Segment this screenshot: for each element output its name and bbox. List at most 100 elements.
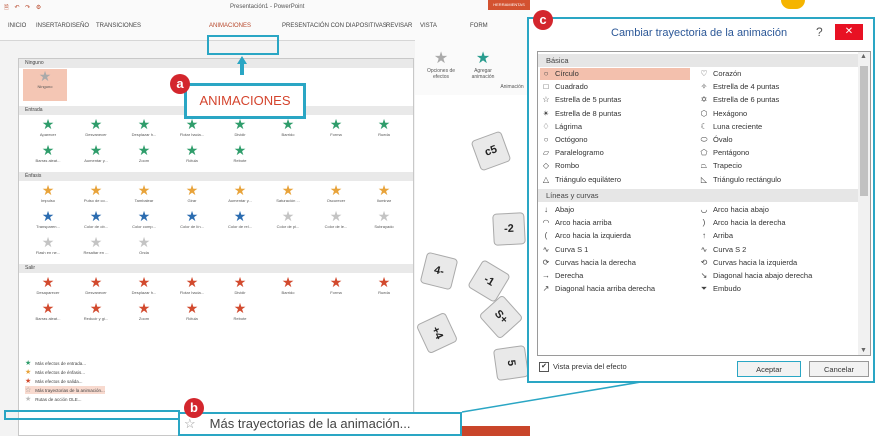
- motion-path-item[interactable]: ✴ Estrella de 8 puntas: [540, 108, 690, 120]
- motion-path-item[interactable]: △ Triángulo equilátero: [540, 174, 690, 186]
- motion-path-label: Estrella de 6 puntas: [713, 95, 780, 105]
- arc-left-icon: (: [544, 231, 548, 241]
- motion-path-label: Diagonal hacia abajo derecha: [713, 271, 813, 280]
- motion-path-item[interactable]: ) Arco hacia la derecha: [698, 217, 848, 229]
- motion-path-label: Cuadrado: [555, 82, 588, 92]
- parallelogram-icon: ▱: [542, 148, 550, 158]
- motion-path-item[interactable]: → Derecha: [540, 270, 690, 282]
- dialog-title: Cambiar trayectoria de la animación: [611, 27, 788, 39]
- list-section-header: Básica: [538, 54, 858, 67]
- diamond-icon: ◇: [542, 161, 550, 171]
- motion-path-label: Curvas hacia la izquierda: [713, 257, 798, 267]
- motion-path-label: Estrella de 8 puntas: [555, 108, 622, 118]
- motion-path-label: Arco hacia la derecha: [713, 218, 786, 228]
- motion-path-item[interactable]: ◇ Rombo: [540, 160, 690, 172]
- curves-left-icon: ⟲: [700, 257, 708, 267]
- up-line-icon: ↑: [702, 231, 706, 241]
- star5-icon: ☆: [542, 95, 550, 105]
- scroll-up-icon[interactable]: ▲: [860, 53, 867, 60]
- oval-icon: ⬭: [700, 135, 708, 144]
- scroll-thumb[interactable]: [860, 66, 868, 196]
- motion-path-item[interactable]: ↘ Diagonal hacia abajo derecha: [698, 270, 848, 282]
- motion-path-label: Triángulo rectángulo: [713, 174, 782, 184]
- motion-path-label: Paralelogramo: [555, 148, 604, 158]
- motion-path-item[interactable]: ⬠ Pentágono: [698, 147, 848, 159]
- star6-icon: ✡: [700, 95, 708, 105]
- motion-path-label: Octógono: [555, 135, 588, 144]
- list-scrollbar[interactable]: ▲ ▼: [858, 52, 870, 355]
- teardrop-icon: ♢: [542, 121, 550, 131]
- motion-path-item[interactable]: ⏷ Embudo: [698, 283, 848, 295]
- funnel-icon: ⏷: [700, 284, 708, 294]
- motion-path-item[interactable]: □ Cuadrado: [540, 81, 690, 93]
- motion-path-item[interactable]: ☆ Estrella de 5 puntas: [540, 94, 690, 106]
- motion-path-label: Hexágono: [713, 108, 748, 118]
- motion-path-item[interactable]: ⏢ Trapecio: [698, 160, 848, 172]
- hexagon-icon: ⬡: [700, 108, 708, 118]
- moon-icon: ☾: [700, 121, 708, 131]
- motion-path-item[interactable]: ↗ Diagonal hacia arriba derecha: [540, 283, 690, 295]
- arc-up-icon: ◠: [542, 218, 550, 228]
- motion-path-item[interactable]: ✡ Estrella de 6 puntas: [698, 94, 848, 106]
- motion-path-label: Rombo: [555, 161, 580, 171]
- star4-icon: ✧: [700, 82, 708, 92]
- help-button[interactable]: ?: [816, 25, 823, 39]
- motion-path-item[interactable]: ⬡ Hexágono: [698, 108, 848, 120]
- motion-path-label: Óvalo: [713, 135, 733, 144]
- motion-path-item[interactable]: ▱ Paralelogramo: [540, 147, 690, 159]
- right-line-icon: →: [542, 271, 550, 280]
- motion-path-label: Estrella de 5 puntas: [555, 95, 622, 105]
- motion-path-item[interactable]: ⟲ Curvas hacia la izquierda: [698, 257, 848, 269]
- pentagon-icon: ⬠: [700, 148, 708, 158]
- trapezoid-icon: ⏢: [700, 161, 708, 171]
- motion-path-item[interactable]: ◺ Triángulo rectángulo: [698, 174, 848, 186]
- preview-checkbox[interactable]: ✔ Vista previa del efecto: [539, 362, 627, 373]
- arc-down-icon: ◡: [700, 205, 708, 214]
- motion-path-item[interactable]: ✧ Estrella de 4 puntas: [698, 81, 848, 93]
- motion-path-item[interactable]: ∿ Curva S 2: [698, 244, 848, 256]
- motion-path-label: Pentágono: [713, 148, 750, 158]
- motion-path-item[interactable]: ∿ Curva S 1: [540, 244, 690, 256]
- motion-path-item[interactable]: ◠ Arco hacia arriba: [540, 217, 690, 229]
- motion-path-item[interactable]: ↓ Abajo: [540, 204, 690, 216]
- square-icon: □: [543, 82, 549, 92]
- list-section-header: Líneas y curvas: [538, 189, 858, 202]
- s-curve1-icon: ∿: [542, 244, 550, 254]
- s-curve2-icon: ∿: [700, 244, 708, 254]
- motion-path-item[interactable]: ⬭ Óvalo: [698, 134, 848, 146]
- heart-icon: ♡: [700, 69, 708, 78]
- motion-path-label: Arco hacia arriba: [555, 218, 612, 228]
- motion-path-label: Embudo: [713, 284, 741, 294]
- cancel-button[interactable]: Cancelar: [809, 361, 869, 377]
- right-triangle-icon: ◺: [700, 174, 708, 184]
- motion-path-item[interactable]: ☾ Luna creciente: [698, 121, 848, 133]
- motion-path-item[interactable]: ↑ Arriba: [698, 230, 848, 242]
- motion-path-list: ▲ ▼ Básica ○ Círculo ♡ Corazón □ Cuadrado ✧ Estr…: [537, 51, 871, 356]
- motion-path-item[interactable]: ♢ Lágrima: [540, 121, 690, 133]
- motion-path-label: Arco hacia la izquierda: [555, 231, 631, 241]
- motion-path-item[interactable]: ⟳ Curvas hacia la derecha: [540, 257, 690, 269]
- motion-path-item[interactable]: ○ Octógono: [540, 134, 690, 146]
- close-button[interactable]: ✕: [835, 24, 863, 40]
- motion-path-label: Estrella de 4 puntas: [713, 82, 780, 92]
- motion-path-label: Luna creciente: [713, 121, 763, 131]
- motion-path-label: Curva S 2: [713, 244, 747, 254]
- checkbox-icon[interactable]: ✔: [539, 362, 549, 373]
- motion-path-item[interactable]: ○ Círculo: [540, 68, 690, 80]
- motion-path-item[interactable]: ♡ Corazón: [698, 68, 848, 80]
- star8-icon: ✴: [542, 108, 550, 118]
- motion-path-item[interactable]: ◡ Arco hacia abajo: [698, 204, 848, 216]
- motion-path-label: Arriba: [713, 231, 734, 241]
- ok-button[interactable]: Aceptar: [737, 361, 801, 377]
- badge-c: c: [533, 10, 553, 30]
- triangle-icon: △: [542, 174, 550, 184]
- motion-path-label: Diagonal hacia arriba derecha: [555, 284, 656, 294]
- change-motion-path-dialog: Cambiar trayectoria de la animación ? ✕ …: [527, 17, 875, 383]
- diag-down-right-icon: ↘: [700, 271, 708, 280]
- motion-path-label: Triángulo equilátero: [555, 174, 622, 184]
- motion-path-label: Trapecio: [713, 161, 742, 171]
- motion-path-label: Abajo: [555, 205, 575, 214]
- motion-path-item[interactable]: ( Arco hacia la izquierda: [540, 230, 690, 242]
- arc-right-icon: ): [702, 218, 706, 228]
- scroll-down-icon[interactable]: ▼: [860, 347, 867, 354]
